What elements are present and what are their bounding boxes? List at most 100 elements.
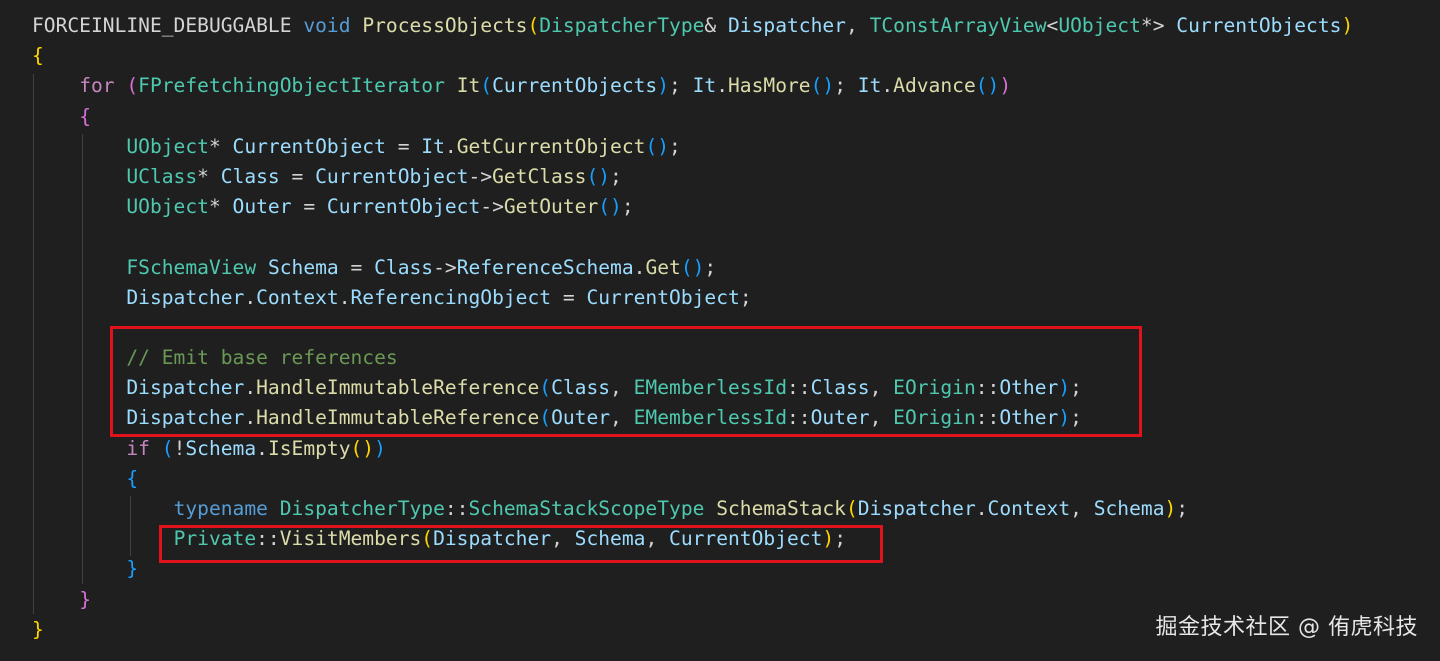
code-token-variable: Schema	[185, 436, 257, 460]
code-line[interactable]	[32, 222, 1353, 252]
code-token-plain: ;	[669, 74, 693, 98]
code-token-bracket2: {	[79, 104, 91, 128]
code-token-variable: ReferenceSchema	[456, 255, 634, 279]
code-token-bracket3: ()	[975, 74, 1000, 98]
code-line[interactable]: UObject* Outer = CurrentObject->GetOuter…	[32, 192, 1353, 222]
code-token-plain: .	[716, 74, 729, 98]
code-token-plain: ->	[433, 255, 457, 279]
code-token-bracket2: )	[999, 74, 1012, 98]
code-token-variable: Schema	[267, 255, 339, 279]
code-token-plain: ;	[704, 255, 717, 279]
code-token-bracket3: {	[126, 466, 139, 490]
code-token-function: GetClass	[492, 164, 587, 188]
code-token-bracket3: ()	[645, 134, 670, 158]
code-token-bracket2: (	[126, 74, 139, 98]
code-token-plain: *	[208, 195, 233, 219]
code-token-keyword: void	[303, 14, 351, 37]
code-token-bracket3: ()	[810, 74, 835, 98]
code-line[interactable]: Dispatcher.Context.ReferencingObject = C…	[32, 283, 1353, 313]
code-token-plain: ;	[1176, 497, 1189, 520]
code-line[interactable]: {	[32, 102, 1353, 132]
code-token-plain: !	[173, 436, 186, 460]
code-token-plain: ,	[845, 14, 870, 37]
code-token-variable: Dispatcher	[857, 497, 976, 520]
code-token-plain: .	[975, 497, 988, 520]
code-token-bracket3: (	[161, 436, 174, 460]
watermark-text: 掘金技术社区 @ 侑虎科技	[1155, 615, 1418, 640]
code-token-plain: *>	[1140, 14, 1177, 37]
code-token-function: Advance	[893, 74, 976, 98]
code-line[interactable]: {	[32, 464, 1353, 494]
code-token-type: DispatcherType	[279, 497, 445, 520]
code-token-variable: CurrentObjects	[492, 74, 658, 98]
code-token-type: UObject	[126, 195, 209, 219]
code-line[interactable]: typename DispatcherType::SchemaStackScop…	[32, 494, 1353, 524]
code-token-type: UObject	[1058, 14, 1141, 37]
code-token-bracket1: )	[1341, 14, 1354, 37]
code-line[interactable]: UClass* Class = CurrentObject->GetClass(…	[32, 162, 1353, 192]
code-token-bracket3: }	[126, 557, 139, 581]
code-token-plain: ,	[1070, 497, 1094, 520]
code-token-variable: It	[692, 74, 717, 98]
code-token-type: DispatcherType	[539, 14, 705, 37]
code-token-type: UObject	[126, 134, 209, 158]
code-token-plain: ;	[739, 285, 752, 309]
code-line[interactable]: for (FPrefetchingObjectIterator It(Curre…	[32, 71, 1353, 101]
code-token-bracket3: )	[657, 74, 670, 98]
code-token-plain: ;	[610, 164, 622, 188]
code-token-bracket3: ()	[680, 255, 705, 279]
code-line[interactable]: FSchemaView Schema = Class->ReferenceSch…	[32, 253, 1353, 283]
code-editor[interactable]: FORCEINLINE_DEBUGGABLE void ProcessObjec…	[0, 0, 1440, 661]
code-token-bracket1: )	[1164, 497, 1177, 520]
code-token-type: FSchemaView	[126, 255, 257, 279]
code-token-plain: *	[197, 164, 221, 188]
code-token-plain: .	[881, 74, 894, 98]
code-line[interactable]: {	[32, 41, 1353, 71]
code-token-variable: Outer	[232, 195, 292, 219]
code-token-plain: =	[551, 285, 587, 309]
code-token-variable: Dispatcher	[126, 285, 245, 309]
code-token-variable: Schema	[1093, 497, 1165, 520]
code-token-bracket3: ()	[586, 164, 611, 188]
code-token-plain: <	[1046, 14, 1059, 37]
code-token-bracket3: )	[374, 436, 386, 460]
code-token-function: IsEmpty	[267, 436, 351, 460]
code-token-variable: It	[421, 134, 445, 158]
code-token-variable: Class	[374, 255, 434, 279]
code-token-variable: CurrentObjects	[1176, 14, 1342, 37]
code-token-variable: ReferencingObject	[350, 285, 552, 309]
code-token-function: HasMore	[728, 74, 811, 98]
code-token-variable: CurrentObject	[232, 134, 386, 158]
code-token-variable: Context	[256, 285, 339, 309]
code-token-bracket1: (	[527, 14, 540, 37]
code-token-variable: CurrentObject	[326, 195, 481, 219]
code-line[interactable]: if (!Schema.IsEmpty())	[32, 434, 1353, 464]
code-token-plain: ->	[468, 164, 493, 188]
code-token-plain: ;	[669, 134, 681, 158]
code-line[interactable]: UObject* CurrentObject = It.GetCurrentOb…	[32, 132, 1353, 162]
highlight-box-visit-members	[159, 525, 883, 563]
code-token-type: TConstArrayView	[869, 14, 1047, 37]
code-token-plain: .	[338, 285, 351, 309]
code-token-plain: &	[704, 14, 729, 37]
code-token-variable: CurrentObject	[315, 164, 469, 188]
code-token-variable: Context	[987, 497, 1071, 520]
code-line[interactable]: FORCEINLINE_DEBUGGABLE void ProcessObjec…	[32, 11, 1353, 41]
code-token-keyword: typename	[173, 497, 268, 520]
